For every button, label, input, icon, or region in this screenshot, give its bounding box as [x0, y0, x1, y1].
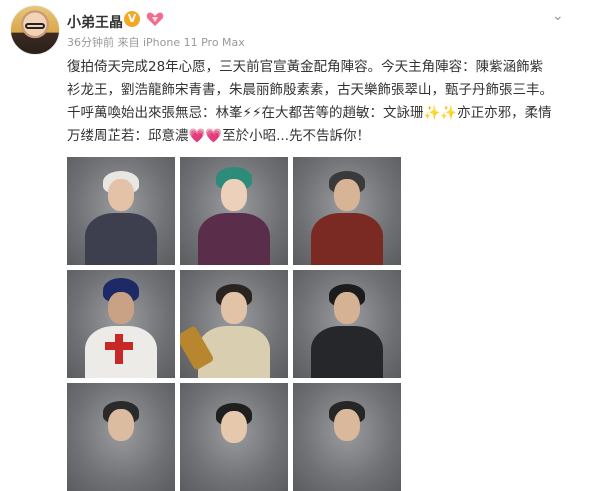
photo-dark-armor-warrior[interactable] [293, 270, 401, 378]
post-text: 復拍倚天完成28年心愿，三天前官宣黃金配角陣容。今天主角陣容：陳紫涵飾紫衫龙王，… [67, 59, 553, 144]
avatar-glasses [25, 23, 45, 29]
heart-vip-icon [146, 12, 164, 26]
photo-grey-hair-elder[interactable] [293, 157, 401, 265]
photo-green-horned-headpiece[interactable] [180, 157, 288, 265]
photo-elder-white-hair[interactable] [67, 157, 175, 265]
photo-young-man-with-weapon[interactable] [180, 270, 288, 378]
username[interactable]: 小弟王晶 [67, 12, 123, 32]
photo-row3-middle[interactable] [180, 383, 288, 491]
photo-row3-right[interactable] [293, 383, 401, 491]
chevron-down-icon[interactable]: ⌄ [552, 8, 564, 24]
photo-white-robe-red-cross[interactable] [67, 270, 175, 378]
user-avatar[interactable] [10, 5, 60, 55]
photo-row3-left[interactable] [67, 383, 175, 491]
post-meta: 36分钟前 来自 iPhone 11 Pro Max [67, 36, 245, 49]
verified-badge-icon: V [124, 11, 140, 27]
